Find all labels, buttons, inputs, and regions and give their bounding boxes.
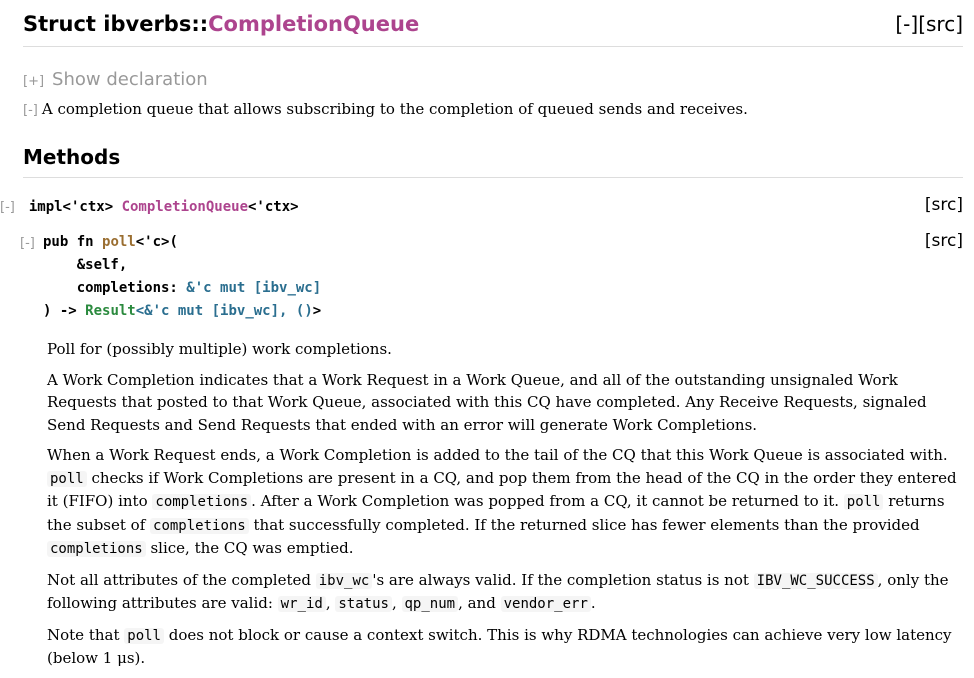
doc-paragraph: Note that poll does not block or cause a… xyxy=(47,624,959,670)
sig-ret-close: > xyxy=(312,303,322,319)
impl-src-link[interactable]: [src] xyxy=(925,195,963,215)
sig-ret-open: ) -> xyxy=(43,303,86,319)
expand-declaration-toggle[interactable]: [+] xyxy=(23,74,44,89)
inline-code: poll xyxy=(47,470,87,487)
inline-code: IBV_WC_SUCCESS xyxy=(753,572,878,589)
methods-heading: Methods xyxy=(23,142,963,178)
method-docs: Poll for (possibly multiple) work comple… xyxy=(47,338,959,678)
sig-arg-name: completions: xyxy=(43,280,187,296)
sig-arg-ref: &'c mut [ xyxy=(186,280,263,296)
doc-text: . xyxy=(590,594,596,612)
impl-block-header: [-] impl<'ctx> CompletionQueue<'ctx> [sr… xyxy=(0,195,963,219)
struct-name: CompletionQueue xyxy=(208,12,420,36)
doc-paragraph: Poll for (possibly multiple) work comple… xyxy=(47,340,392,358)
inline-code: status xyxy=(335,596,392,612)
sig-unit-link[interactable]: () xyxy=(296,303,313,319)
doc-text: Note that xyxy=(47,625,125,644)
doc-text: , xyxy=(325,594,336,612)
inline-code: wr_id xyxy=(277,596,326,612)
show-declaration-label[interactable]: Show declaration xyxy=(52,69,208,90)
doc-text: does not block or cause a context switch… xyxy=(47,625,952,668)
doc-paragraph: Not all attributes of the completed ibv_… xyxy=(47,569,959,616)
collapse-all-toggle[interactable]: [-] xyxy=(895,12,918,36)
doc-text: 's are always valid. If the completion s… xyxy=(372,570,754,589)
doc-text: that successfully completed. If the retu… xyxy=(248,515,920,534)
doc-text: Not all attributes of the completed xyxy=(47,570,316,589)
method-signature: pub fn poll<'c>( &self, completions: &'c… xyxy=(43,231,963,323)
page-header: Struct ibverbs::CompletionQueue [-][src] xyxy=(23,8,963,47)
doc-text: . After a Work Completion was popped fro… xyxy=(251,492,844,510)
sig-arg-type-link[interactable]: ibv_wc xyxy=(262,280,313,296)
sig-pub-fn: pub fn xyxy=(43,234,103,250)
inline-code: completions xyxy=(152,494,252,510)
sig-self: &self, xyxy=(43,257,128,273)
doc-text: When a Work Request ends, a Work Complet… xyxy=(47,446,948,464)
out-of-band: [-][src] xyxy=(895,8,963,40)
inline-code: vendor_err xyxy=(500,596,591,612)
method-src-link[interactable]: [src] xyxy=(925,231,963,251)
inline-code: poll xyxy=(124,627,164,644)
method-poll: [-] [src] pub fn poll<'c>( &self, comple… xyxy=(20,231,963,323)
page-title: Struct ibverbs::CompletionQueue xyxy=(23,8,419,40)
doc-text: , xyxy=(391,594,402,612)
src-link[interactable]: [src] xyxy=(918,12,963,36)
inline-code: ibv_wc xyxy=(315,572,373,589)
sig-ret-inner-link[interactable]: ibv_wc xyxy=(220,303,271,319)
sig-result-link[interactable]: Result xyxy=(85,303,136,319)
impl-type-link[interactable]: CompletionQueue xyxy=(122,199,248,215)
summary-text: A completion queue that allows subscribi… xyxy=(41,100,748,118)
module-path[interactable]: ibverbs:: xyxy=(103,12,208,36)
impl-signature: impl<'ctx> CompletionQueue<'ctx> xyxy=(29,199,299,215)
inline-code: qp_num xyxy=(401,596,459,612)
impl-prefix: impl<'ctx> xyxy=(28,199,122,215)
inline-code: poll xyxy=(843,494,884,510)
show-declaration[interactable]: [+] Show declaration xyxy=(23,69,208,90)
impl-suffix: <'ctx> xyxy=(248,199,299,215)
collapse-impl-toggle[interactable]: [-] xyxy=(0,200,15,215)
collapse-method-toggle[interactable]: [-] xyxy=(20,236,35,251)
item-kind: Struct xyxy=(23,12,96,36)
sig-ret-mid: ], xyxy=(270,303,296,319)
collapse-summary-toggle[interactable]: [-] xyxy=(23,101,38,121)
doc-text: , and xyxy=(458,594,501,612)
inline-code: completions xyxy=(47,541,146,557)
doc-paragraph: A Work Completion indicates that a Work … xyxy=(47,370,927,434)
sig-ret-generic: <&'c mut [ xyxy=(135,303,221,319)
sig-arg-close: ] xyxy=(312,280,322,296)
doc-text: slice, the CQ was emptied. xyxy=(145,539,354,557)
struct-summary: [-] A completion queue that allows subsc… xyxy=(23,99,748,121)
sig-fn-name[interactable]: poll xyxy=(102,234,136,250)
inline-code: completions xyxy=(150,517,249,534)
doc-paragraph: When a Work Request ends, a Work Complet… xyxy=(47,444,959,561)
sig-generics: <'c>( xyxy=(135,234,178,250)
